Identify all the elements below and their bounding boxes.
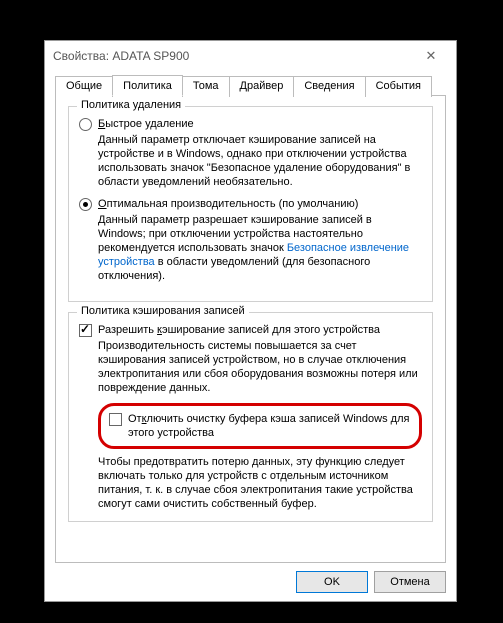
radio-better-perf-desc: Данный параметр разрешает кэширование за… <box>98 213 422 283</box>
tab-details[interactable]: Сведения <box>293 76 365 97</box>
check-disable-flush[interactable] <box>109 413 122 426</box>
close-button[interactable]: ✕ <box>414 43 448 69</box>
content-area: Общие Политика Тома Драйвер Сведения Соб… <box>45 71 456 601</box>
radio-quick-removal-row[interactable]: Быстрое удаление <box>79 117 422 131</box>
radio-quick-removal-desc: Данный параметр отключает кэширование за… <box>98 133 422 189</box>
titlebar: Свойства: ADATA SP900 ✕ <box>45 41 456 71</box>
properties-dialog: Свойства: ADATA SP900 ✕ Общие Политика Т… <box>44 40 457 602</box>
highlighted-option: Отключить очистку буфера кэша записей Wi… <box>98 403 422 449</box>
tab-policy[interactable]: Политика <box>112 75 183 96</box>
check-disable-flush-desc: Чтобы предотвратить потерю данных, эту ф… <box>98 455 422 511</box>
check-enable-cache-row[interactable]: Разрешить кэширование записей для этого … <box>79 323 422 337</box>
check-disable-flush-row[interactable]: Отключить очистку буфера кэша записей Wi… <box>109 412 411 440</box>
dialog-buttons: OK Отмена <box>55 563 446 593</box>
tab-events[interactable]: События <box>365 76 432 97</box>
group-removal-title: Политика удаления <box>77 99 185 111</box>
check-disable-flush-label: Отключить очистку буфера кэша записей Wi… <box>128 412 411 440</box>
radio-better-perf-label: Оптимальная производительность (по умолч… <box>98 197 358 211</box>
window-title: Свойства: ADATA SP900 <box>53 49 414 63</box>
radio-better-perf[interactable] <box>79 198 92 211</box>
cancel-button[interactable]: Отмена <box>374 571 446 593</box>
radio-better-perf-row[interactable]: Оптимальная производительность (по умолч… <box>79 197 422 211</box>
tab-driver[interactable]: Драйвер <box>229 76 295 97</box>
radio-quick-removal[interactable] <box>79 118 92 131</box>
ok-button[interactable]: OK <box>296 571 368 593</box>
check-enable-cache[interactable] <box>79 324 92 337</box>
radio-quick-removal-label: Быстрое удаление <box>98 117 194 131</box>
group-write-caching-title: Политика кэширования записей <box>77 305 249 317</box>
tab-general[interactable]: Общие <box>55 76 113 97</box>
group-removal-policy: Политика удаления Быстрое удаление Данны… <box>68 106 433 302</box>
check-enable-cache-desc: Производительность системы повышается за… <box>98 339 422 395</box>
check-enable-cache-label: Разрешить кэширование записей для этого … <box>98 323 380 337</box>
close-icon: ✕ <box>426 48 437 64</box>
tabpanel-policy: Политика удаления Быстрое удаление Данны… <box>55 95 446 563</box>
group-write-caching: Политика кэширования записей Разрешить к… <box>68 312 433 522</box>
tabstrip: Общие Политика Тома Драйвер Сведения Соб… <box>55 75 446 96</box>
tab-volumes[interactable]: Тома <box>182 76 230 97</box>
